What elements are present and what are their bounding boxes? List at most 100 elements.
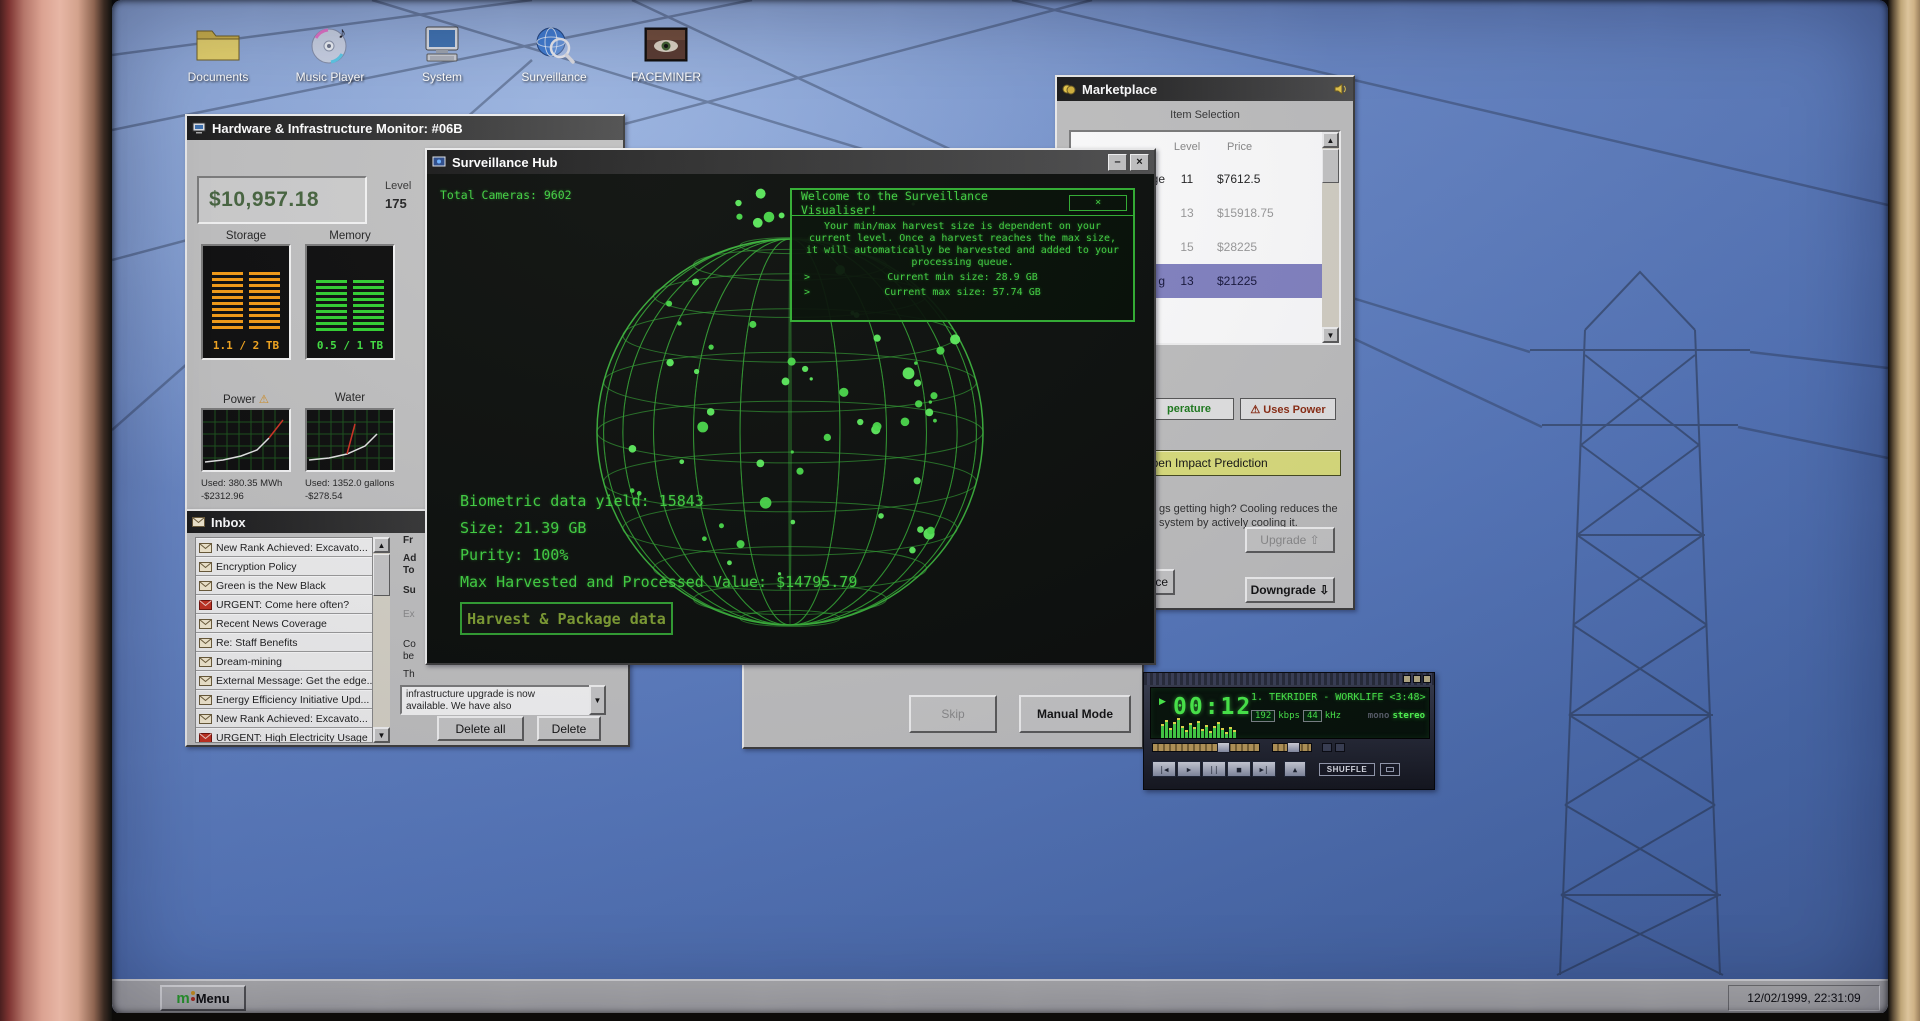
eject-button[interactable]: ▲ [1284, 761, 1306, 777]
email-body-preview[interactable]: infrastructure upgrade is now available.… [400, 685, 606, 715]
scroll-thumb[interactable] [373, 554, 390, 596]
marketplace-title: Marketplace [1082, 81, 1158, 97]
email-row[interactable]: Dream-mining [196, 652, 372, 671]
min-size-row: > Current min size: 28.9 GB [804, 272, 1038, 283]
shuffle-toggle[interactable]: SHUFFLE [1319, 763, 1375, 776]
delete-button[interactable]: Delete [537, 716, 601, 741]
player-minimize-icon[interactable] [1403, 675, 1411, 683]
eq-button[interactable] [1322, 743, 1332, 752]
desktop: Documents ♪ Music Player System Surveill… [112, 0, 1888, 1014]
music-player: ▶ 00:12 1. TEKRIDER - WORKLIFE <3:48> 19… [1143, 672, 1435, 790]
icon-label: Surveillance [521, 70, 587, 84]
delete-all-button[interactable]: Delete all [437, 716, 524, 741]
surveillance-titlebar[interactable]: Surveillance Hub – × [427, 150, 1154, 174]
max-size-row: > Current max size: 57.74 GB [804, 287, 1041, 298]
memory-value: 0.5 / 1 TB [316, 339, 384, 352]
play-button[interactable]: ▶ [1177, 761, 1201, 777]
balance-slider[interactable] [1272, 742, 1312, 753]
total-cameras: Total Cameras: 9602 [440, 188, 572, 202]
icon-system[interactable]: System [398, 24, 486, 84]
player-close-icon[interactable] [1423, 675, 1431, 683]
email-row[interactable]: Re: Staff Benefits [196, 633, 372, 652]
prev-button[interactable]: |◀ [1152, 761, 1176, 777]
monitor-bezel-right [1888, 0, 1920, 1021]
water-graph [305, 408, 395, 472]
icon-label: System [421, 70, 462, 84]
player-shade-icon[interactable] [1413, 675, 1421, 683]
upgrade-button[interactable]: Upgrade ⇧ [1245, 527, 1335, 553]
email-row-urgent[interactable]: URGENT: High Electricity Usage [196, 728, 372, 742]
hidden-task-window: Skip Manual Mode [742, 661, 1144, 749]
icon-documents[interactable]: Documents [174, 24, 262, 84]
downgrade-button[interactable]: Downgrade ⇩ [1245, 577, 1335, 603]
stop-button[interactable]: ■ [1227, 761, 1251, 777]
water-graph-plot [307, 410, 393, 470]
hardware-title: Hardware & Infrastructure Monitor: #06B [212, 120, 463, 136]
scroll-down-icon[interactable]: ▼ [373, 727, 390, 743]
storage-bars [212, 272, 280, 332]
pause-button[interactable]: || [1202, 761, 1226, 777]
mono-indicator: mono [1367, 711, 1390, 721]
temperature-badge: perature [1144, 398, 1234, 420]
manual-mode-button[interactable]: Manual Mode [1019, 695, 1131, 733]
icon-label: FACEMINER [630, 70, 701, 84]
playlist-button[interactable] [1335, 743, 1345, 752]
samplerate-value: 44 [1302, 710, 1322, 722]
harvest-package-button[interactable]: Harvest & Package data [460, 602, 673, 635]
memory-bars [316, 280, 384, 332]
bitrate-unit: kbps [1278, 711, 1300, 721]
taskbar-clock: 12/02/1999, 22:31:09 [1728, 985, 1880, 1011]
icon-label: Music Player [295, 70, 365, 84]
surveillance-canvas: Total Cameras: 9602 Welcome to the Surve… [427, 174, 1154, 663]
repeat-toggle[interactable] [1380, 763, 1400, 776]
email-scrollbar[interactable]: ▲ ▼ [373, 537, 390, 743]
email-row[interactable]: New Rank Achieved: Excavato... [196, 538, 372, 557]
icon-music-player[interactable]: ♪ Music Player [286, 24, 374, 84]
email-row[interactable]: Energy Efficiency Initiative Upd... [196, 690, 372, 709]
monitor-icon [192, 122, 206, 134]
eye-image-icon [644, 27, 688, 62]
dialog-close-icon[interactable]: × [1069, 194, 1127, 211]
icon-faceminer[interactable]: FACEMINER [622, 24, 710, 84]
power-graph-plot [203, 410, 289, 470]
listbox-scrollbar[interactable]: ▲ ▼ [1322, 132, 1339, 343]
column-price: Price [1227, 141, 1253, 153]
skip-button[interactable]: Skip [909, 695, 997, 733]
speaker-icon[interactable] [1334, 83, 1348, 95]
menu-label: Menu [195, 990, 230, 1006]
crt-monitor-photo: Documents ♪ Music Player System Surveill… [0, 0, 1920, 1021]
power-warning-icon: ⚠ [258, 394, 270, 406]
level-value: 175 [385, 196, 407, 211]
scroll-up-icon[interactable]: ▲ [1322, 132, 1339, 148]
player-titlebar[interactable] [1144, 673, 1434, 685]
scroll-down-icon[interactable]: ▼ [1322, 327, 1339, 343]
preview-dropdown-icon[interactable]: ▼ [589, 685, 606, 715]
item-selection-label: Item Selection [1170, 109, 1240, 121]
volume-slider[interactable] [1152, 742, 1260, 753]
email-row[interactable]: Encryption Policy [196, 557, 372, 576]
uses-power-badge: ⚠ Uses Power [1240, 398, 1336, 420]
level-label: Level [385, 180, 412, 192]
folder-icon [196, 30, 240, 61]
scroll-up-icon[interactable]: ▲ [373, 537, 390, 553]
email-row[interactable]: Recent News Coverage [196, 614, 372, 633]
cd-music-icon: ♪ [311, 25, 347, 64]
money-display: $10,957.18 [197, 176, 367, 224]
email-row[interactable]: External Message: Get the edge... [196, 671, 372, 690]
hardware-titlebar[interactable]: Hardware & Infrastructure Monitor: #06B [187, 116, 623, 140]
email-row[interactable]: Green is the New Black [196, 576, 372, 595]
scroll-thumb[interactable] [1322, 149, 1339, 183]
column-level: Level [1173, 141, 1201, 153]
close-icon[interactable]: × [1130, 153, 1149, 171]
email-row[interactable]: New Rank Achieved: Excavato... [196, 709, 372, 728]
transmission-tower [1530, 270, 1750, 976]
menu-button[interactable]: m Menu [160, 985, 246, 1011]
min-size-value: Current min size: 28.9 GB [887, 272, 1038, 283]
email-row-urgent[interactable]: URGENT: Come here often? [196, 595, 372, 614]
icon-surveillance[interactable]: Surveillance [510, 24, 598, 84]
minimize-icon[interactable]: – [1108, 153, 1127, 171]
marketplace-titlebar[interactable]: Marketplace [1057, 77, 1353, 101]
power-graph [201, 408, 291, 472]
next-button[interactable]: ▶| [1252, 761, 1276, 777]
harvest-purity: Purity: 100% [460, 546, 569, 564]
